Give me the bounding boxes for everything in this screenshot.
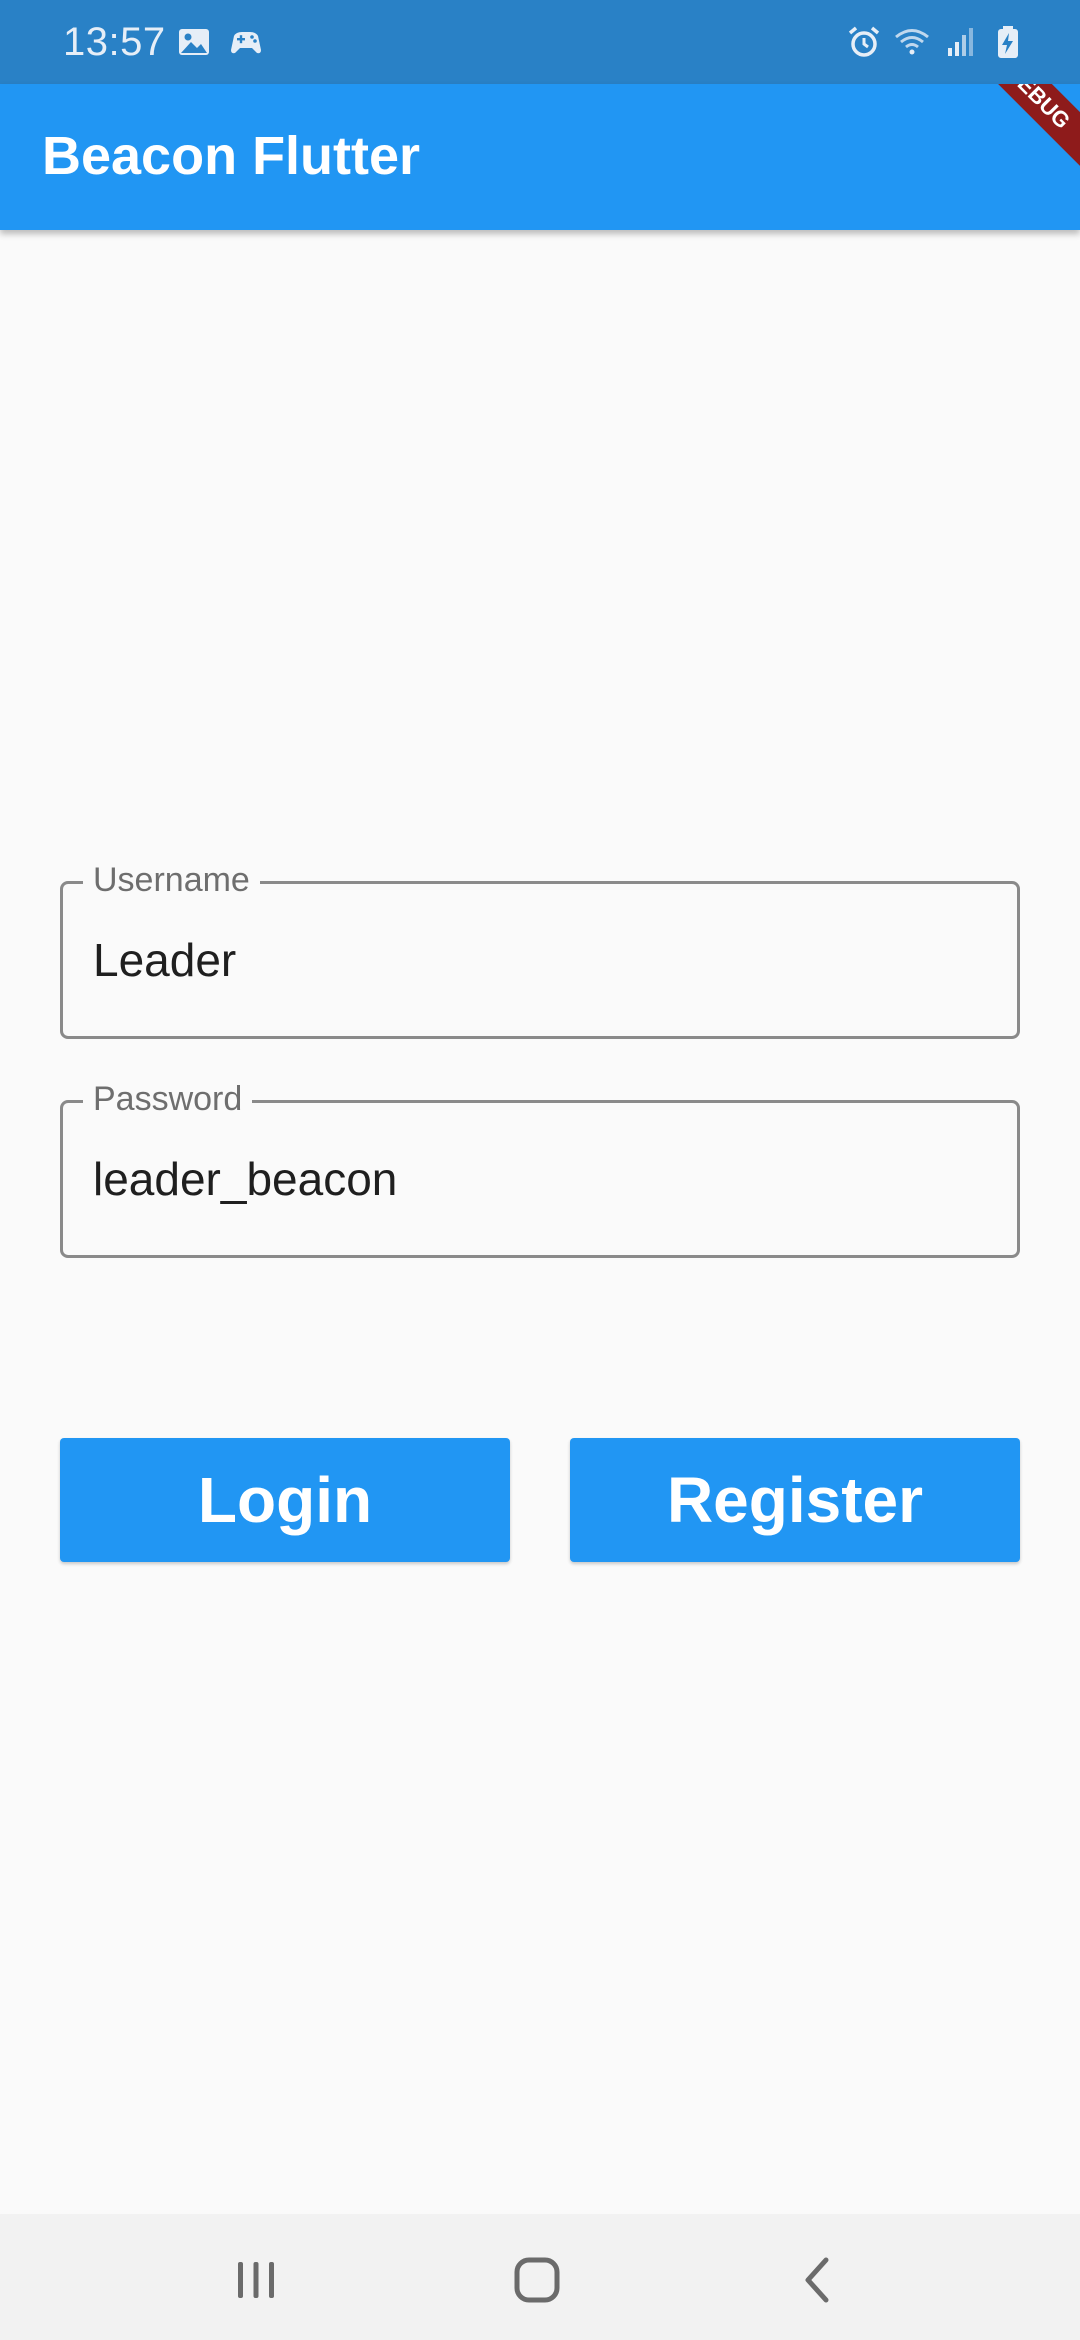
username-input[interactable] (93, 930, 973, 990)
back-icon[interactable] (778, 2240, 858, 2320)
status-time: 13:57 (63, 20, 166, 64)
battery-charging-icon (998, 26, 1018, 58)
recent-apps-icon[interactable] (216, 2240, 296, 2320)
signal-icon (948, 28, 973, 56)
debug-banner: DEBUG (953, 84, 1080, 182)
password-label: Password (83, 1079, 253, 1119)
nav-bar (0, 2214, 1080, 2340)
register-button[interactable]: Register (570, 1438, 1020, 1562)
status-bar: 13:57 (0, 0, 1080, 84)
password-input[interactable] (93, 1149, 973, 1209)
wifi-icon (895, 29, 929, 55)
app-bar: Beacon Flutter DEBUG (0, 84, 1080, 230)
login-button[interactable]: Login (60, 1438, 510, 1562)
game-controller-icon (231, 32, 261, 54)
username-field[interactable]: Username (60, 860, 1020, 1039)
app-title: Beacon Flutter (42, 126, 421, 186)
screen: 13:57 Beacon Flutter DEBUG Username Lead… (0, 0, 1080, 2340)
alarm-icon (848, 26, 880, 57)
password-field[interactable]: Password (60, 1079, 1020, 1258)
gallery-icon (179, 29, 209, 55)
home-icon[interactable] (497, 2240, 577, 2320)
username-label: Username (83, 860, 260, 900)
